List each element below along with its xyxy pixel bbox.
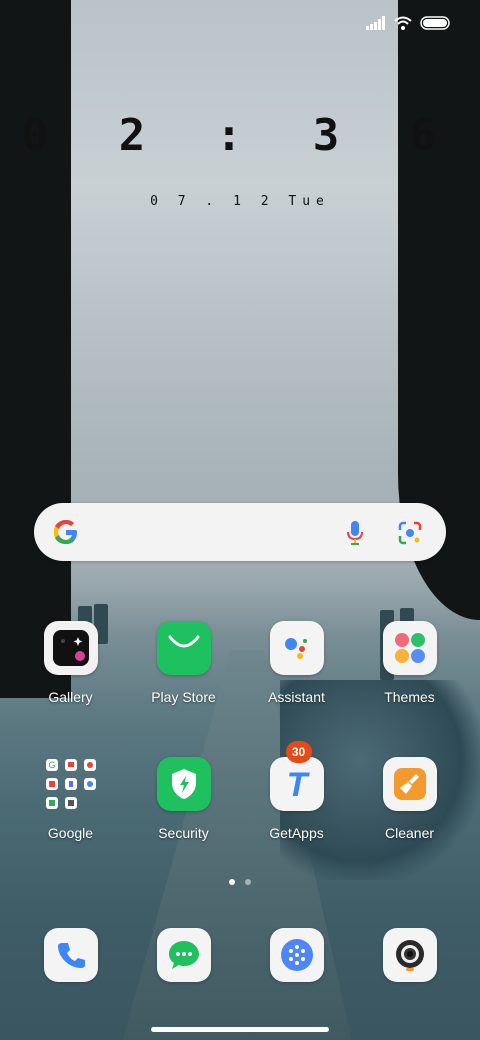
app-play-store[interactable]: Play Store [127,621,240,705]
app-drawer-icon[interactable] [269,928,324,982]
notification-badge: 30 [285,741,312,763]
google-lens-icon[interactable] [398,520,422,551]
app-label: Cleaner [384,825,435,841]
lockscreen-date: 0 7 . 1 2 Tue [150,194,330,209]
dock [14,928,466,982]
security-icon [156,757,211,811]
themes-icon [382,621,437,675]
app-gallery[interactable]: Gallery [14,621,127,705]
google-search-bar[interactable] [34,503,446,561]
battery-icon [420,16,450,30]
microphone-icon[interactable] [346,520,364,551]
assistant-icon [269,621,324,675]
page-indicator[interactable] [0,879,480,885]
app-label: Themes [384,689,435,705]
phone-icon[interactable] [43,928,98,982]
signal-icon [366,16,386,30]
app-assistant[interactable]: Assistant [240,621,353,705]
app-getapps[interactable]: T 30 GetApps [240,741,353,841]
app-security[interactable]: Security [127,757,240,841]
app-themes[interactable]: Themes [353,621,466,705]
status-bar [366,16,450,30]
camera-icon[interactable] [382,928,437,982]
google-g-icon [52,517,80,552]
app-label: Assistant [268,689,325,705]
page-dot-active[interactable] [229,879,235,885]
svg-text:T: T [286,767,310,801]
getapps-icon: T 30 [269,741,324,811]
gallery-icon [43,621,98,675]
app-label: Play Store [151,689,216,705]
wifi-icon [394,16,412,30]
cleaner-icon [382,757,437,811]
messages-icon[interactable] [156,928,211,982]
app-google-folder[interactable]: G Google [14,757,127,841]
app-label: Google [47,825,94,841]
black-overlay-left [0,0,71,698]
svg-text:G: G [48,760,55,770]
app-grid-row-2: G Google Security T 30 GetApps Cleaner [14,741,466,841]
page-dot[interactable] [245,879,251,885]
play-store-icon [156,621,211,675]
app-grid-row-1: Gallery Play Store Assistant Themes [14,621,466,705]
app-label: Security [158,825,209,841]
app-label: GetApps [269,825,324,841]
gesture-nav-bar[interactable] [151,1027,329,1032]
lockscreen-clock: 0 2 : 3 6 [21,110,459,161]
google-folder-icon: G [44,757,98,811]
app-label: Gallery [48,689,93,705]
app-cleaner[interactable]: Cleaner [353,757,466,841]
